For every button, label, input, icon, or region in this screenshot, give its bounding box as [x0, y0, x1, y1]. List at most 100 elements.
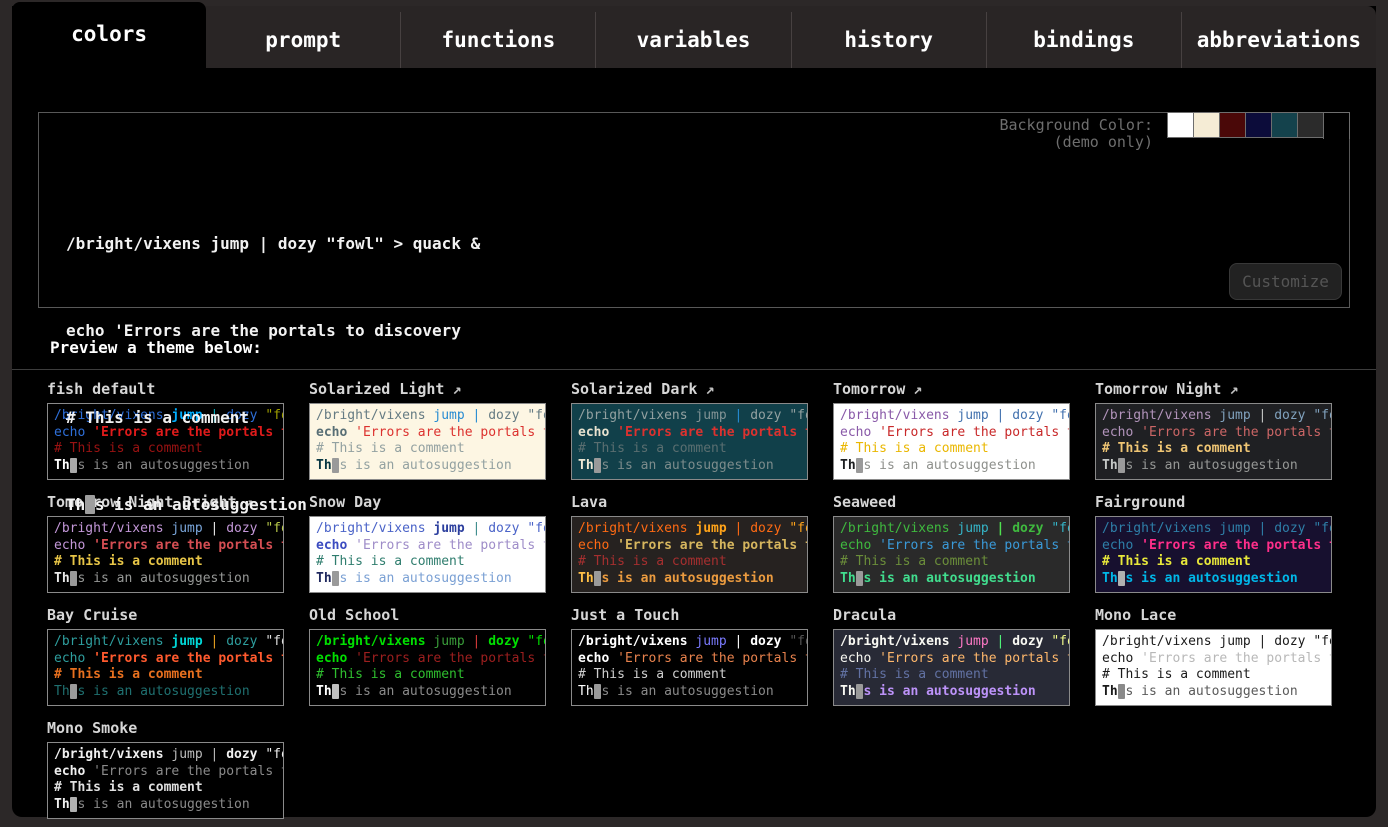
tab-history[interactable]: history [791, 12, 986, 68]
theme-cell-mono-lace: Mono Lace/bright/vixens jump | dozy "fow… [1095, 606, 1332, 706]
code-token: # This is a comment [54, 667, 203, 682]
code-token: dozy [488, 634, 519, 649]
code-token: jump [1219, 634, 1250, 649]
code-token [203, 747, 211, 762]
theme-title-dracula: Dracula [833, 606, 1070, 624]
tab-functions[interactable]: functions [400, 12, 595, 68]
code-token: Th [54, 797, 70, 812]
card-line-command: /bright/vixens jump | dozy "fowl" > quac… [840, 634, 1063, 651]
autosuggestion-text: s is an autosuggestion [95, 495, 307, 514]
code-token: 'Errors are the portals to discovery [355, 651, 546, 666]
tab-bindings[interactable]: bindings [986, 12, 1181, 68]
tab-prompt[interactable]: prompt [206, 12, 400, 68]
code-token: # This is a comment [1102, 667, 1251, 682]
tab-abbreviations[interactable]: abbreviations [1181, 12, 1376, 68]
code-token [1251, 634, 1259, 649]
code-token: dozy [226, 634, 257, 649]
code-token: 'Errors are the portals to discovery [879, 651, 1070, 666]
code-token: jump [957, 634, 988, 649]
code-token: /bright/vixens [1102, 634, 1219, 649]
code-token: jump [171, 747, 202, 762]
code-token: "fowl" > quack & [527, 634, 546, 649]
code-token: "fowl" > quack & [265, 634, 284, 649]
card-line-echo: echo 'Errors are the portals to discover… [54, 764, 277, 781]
code-token: echo [1102, 651, 1141, 666]
code-token [989, 634, 997, 649]
cursor-block: i [85, 495, 95, 514]
card-line-autosuggestion: This is an autosuggestion [1102, 684, 1325, 701]
code-token: dozy [1274, 634, 1305, 649]
card-line-autosuggestion: This is an autosuggestion [578, 684, 801, 701]
background-swatch[interactable] [1219, 112, 1246, 138]
code-token: s is an autosuggestion [77, 797, 249, 812]
card-line-command: /bright/vixens jump | dozy "fowl" > quac… [316, 634, 539, 651]
code-token: 'Errors are the portals to discovery [93, 651, 284, 666]
theme-preview-mono-smoke[interactable]: /bright/vixens jump | dozy "fowl" > quac… [47, 742, 284, 819]
code-token: jump [171, 634, 202, 649]
code-token: echo [840, 651, 879, 666]
terminal-line-echo: echo 'Errors are the portals to discover… [66, 316, 1349, 345]
code-token [727, 634, 735, 649]
theme-title-just-a-touch: Just a Touch [571, 606, 808, 624]
background-swatch[interactable] [1167, 112, 1194, 138]
terminal-preview-box: Background Color: (demo only) /bright/vi… [38, 112, 1350, 308]
code-token: Th [578, 684, 594, 699]
card-line-autosuggestion: This is an autosuggestion [840, 684, 1063, 701]
background-swatch-selected[interactable] [1323, 112, 1350, 139]
code-token: Th [316, 684, 332, 699]
theme-preview-old-school[interactable]: /bright/vixens jump | dozy "fowl" > quac… [309, 629, 546, 706]
background-swatch[interactable] [1271, 112, 1298, 138]
theme-preview-mono-lace[interactable]: /bright/vixens jump | dozy "fowl" > quac… [1095, 629, 1332, 706]
code-token: # This is a comment [840, 667, 989, 682]
theme-preview-just-a-touch[interactable]: /bright/vixens jump | dozy "fowl" > quac… [571, 629, 808, 706]
card-line-comment: # This is a comment [316, 667, 539, 684]
card-line-command: /bright/vixens jump | dozy "fowl" > quac… [578, 634, 801, 651]
theme-title-mono-lace: Mono Lace [1095, 606, 1332, 624]
card-line-comment: # This is a comment [54, 667, 277, 684]
theme-preview-dracula[interactable]: /bright/vixens jump | dozy "fowl" > quac… [833, 629, 1070, 706]
background-swatch[interactable] [1193, 112, 1220, 138]
code-token: dozy [1012, 634, 1043, 649]
code-token: s is an autosuggestion [77, 684, 249, 699]
theme-cell-just-a-touch: Just a Touch/bright/vixens jump | dozy "… [571, 606, 808, 706]
code-token: 'Errors are the portals to discovery [93, 764, 284, 779]
theme-preview-bay-cruise[interactable]: /bright/vixens jump | dozy "fowl" > quac… [47, 629, 284, 706]
terminal-line-autosuggestion: This is an autosuggestion [66, 490, 1349, 519]
card-line-command: /bright/vixens jump | dozy "fowl" > quac… [54, 634, 277, 651]
tab-colors[interactable]: colors [12, 2, 206, 68]
code-token: s is an autosuggestion [601, 684, 773, 699]
card-line-echo: echo 'Errors are the portals to discover… [1102, 651, 1325, 668]
code-token: jump [433, 634, 464, 649]
terminal-sample-text: /bright/vixens jump | dozy "fowl" > quac… [39, 113, 1349, 577]
code-token [465, 634, 473, 649]
theme-title-bay-cruise: Bay Cruise [47, 606, 284, 624]
background-swatch[interactable] [1245, 112, 1272, 138]
code-token: s is an autosuggestion [339, 684, 511, 699]
code-token: s is an autosuggestion [863, 684, 1035, 699]
card-line-echo: echo 'Errors are the portals to discover… [840, 651, 1063, 668]
tab-bar: colorspromptfunctionsvariableshistorybin… [12, 6, 1376, 68]
card-line-comment: # This is a comment [840, 667, 1063, 684]
card-line-autosuggestion: This is an autosuggestion [316, 684, 539, 701]
code-token: echo [578, 651, 617, 666]
tab-variables[interactable]: variables [595, 12, 790, 68]
code-token: echo [54, 764, 93, 779]
terminal-line-command: /bright/vixens jump | dozy "fowl" > quac… [66, 229, 1349, 258]
code-token: /bright/vixens [54, 747, 171, 762]
theme-cell-dracula: Dracula/bright/vixens jump | dozy "fowl"… [833, 606, 1070, 706]
customize-button[interactable]: Customize [1229, 263, 1342, 300]
card-line-autosuggestion: This is an autosuggestion [54, 797, 277, 814]
code-token: echo [54, 651, 93, 666]
code-token: # This is a comment [54, 780, 203, 795]
background-swatch[interactable] [1297, 112, 1324, 138]
code-token: "fowl" > quack & [789, 634, 808, 649]
code-token: "fowl" > quack & [265, 747, 284, 762]
card-line-command: /bright/vixens jump | dozy "fowl" > quac… [54, 747, 277, 764]
code-token: jump [695, 634, 726, 649]
code-token: /bright/vixens [54, 634, 171, 649]
card-line-comment: # This is a comment [54, 780, 277, 797]
card-line-autosuggestion: This is an autosuggestion [54, 684, 277, 701]
code-token: Th [1102, 684, 1118, 699]
code-token: "fowl" > quack & [1313, 634, 1332, 649]
code-token: Th [54, 684, 70, 699]
